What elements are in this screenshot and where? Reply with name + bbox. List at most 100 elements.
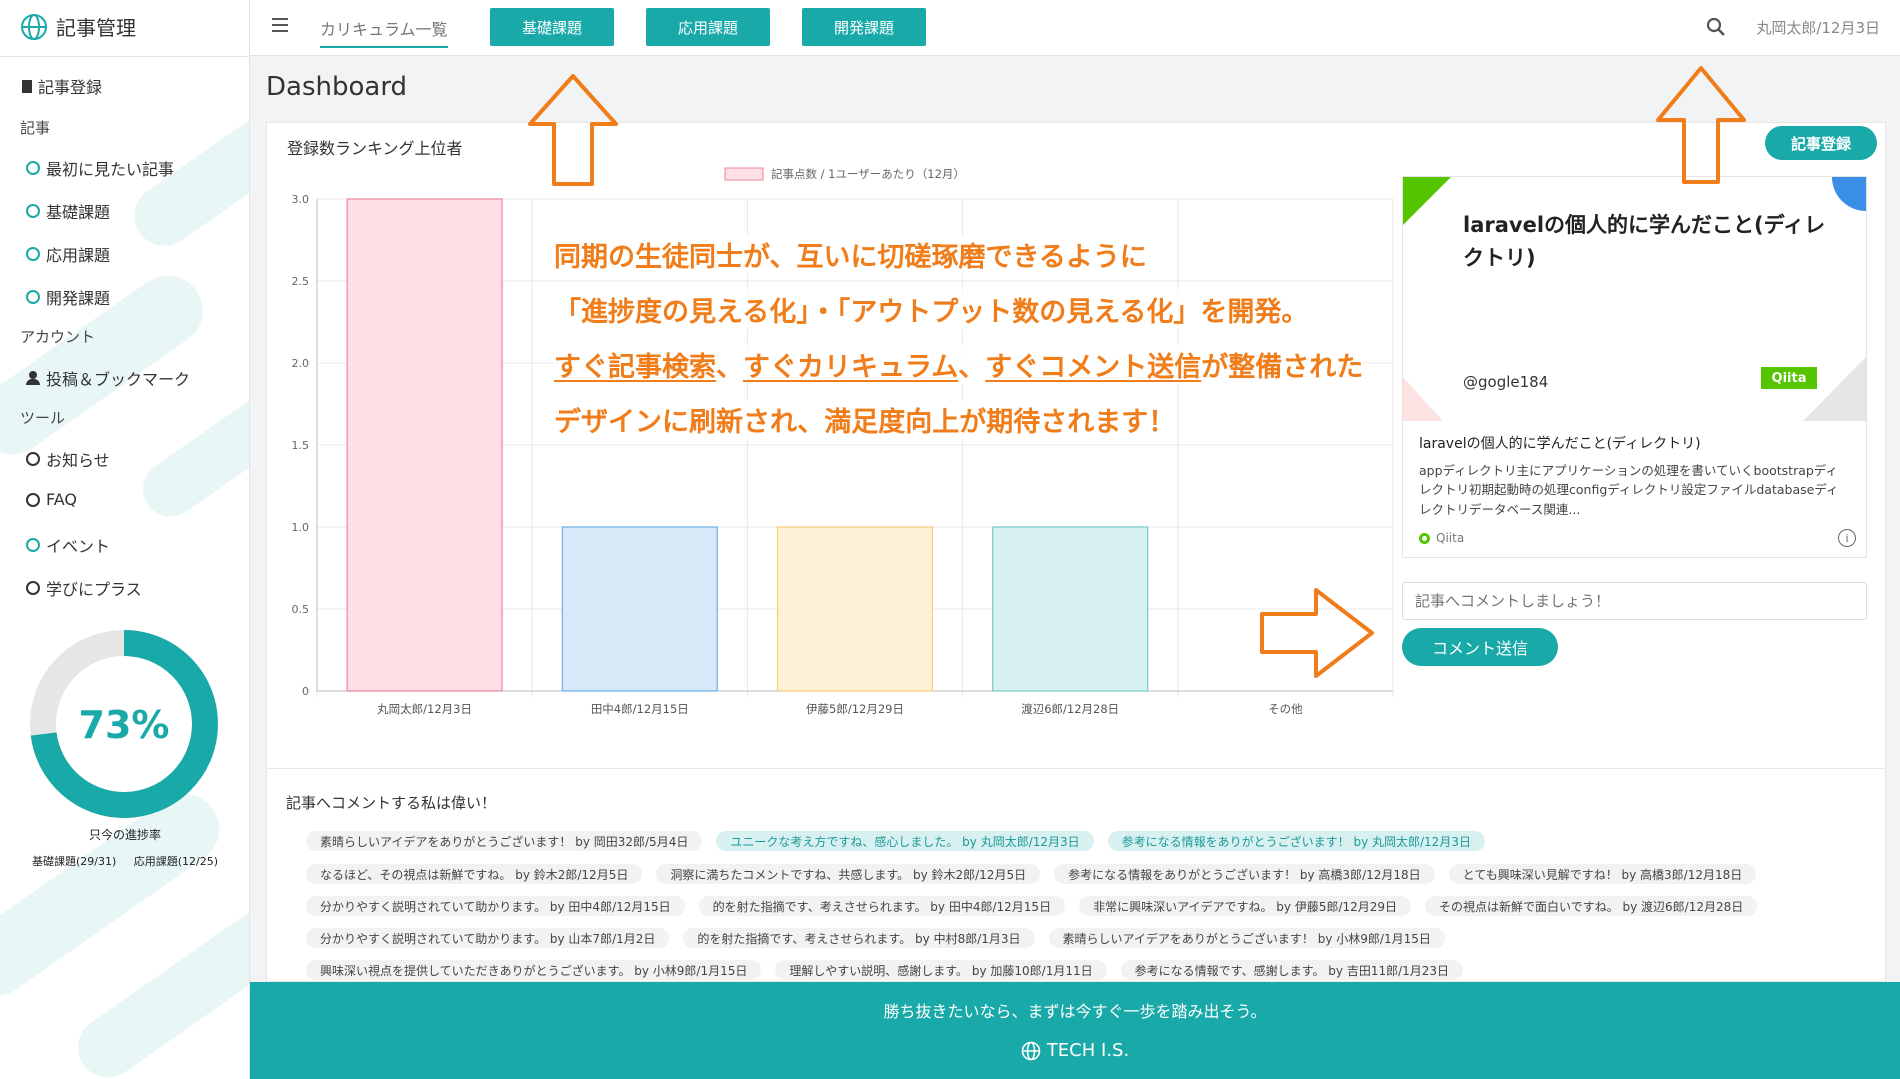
sidebar-item-faq[interactable]: FAQ <box>26 490 77 509</box>
comment-input[interactable] <box>1402 582 1867 620</box>
preview-image-title: laravelの個人的に学んだこと(ディレクトリ) <box>1463 213 1826 270</box>
comment-chip[interactable]: 的を射た指摘です、考えさせられます。 by 田中4郎/12月15日 <box>698 896 1066 916</box>
sidebar-item-label: イベント <box>46 537 111 556</box>
comment-chip[interactable]: 素晴らしいアイデアをありがとうございます！ by 小林9郎/1月15日 <box>1048 928 1445 948</box>
comment-chip[interactable]: 興味深い視点を提供していただきありがとうございます。 by 小林9郎/1月15日 <box>306 960 762 980</box>
sidebar-item-first-articles[interactable]: 最初に見たい記事 <box>26 156 174 180</box>
preview-author: @gogle184 <box>1463 373 1549 391</box>
y-tick-label: 2.5 <box>292 275 310 288</box>
sidebar-section-tools: ツール <box>20 409 66 427</box>
comment-chip[interactable]: 分かりやすく説明されていて助かります。 by 田中4郎/12月15日 <box>306 896 685 916</box>
sidebar-item-learning-plus[interactable]: 学びにプラス <box>26 576 142 600</box>
comment-chip[interactable]: 的を射た指摘です、考えさせられます。 by 中村8郎/1月3日 <box>683 928 1035 948</box>
y-tick-label: 1.5 <box>292 439 310 452</box>
comment-chip[interactable]: 参考になる情報です、感謝します。 by 吉田11郎/1月23日 <box>1120 960 1464 980</box>
development-task-button[interactable]: 開発課題 <box>802 8 926 46</box>
annotation-line-3-tail: が整備された <box>1201 352 1364 383</box>
comment-chip[interactable]: 参考になる情報をありがとうございます！ by 丸岡太郎/12月3日 <box>1107 831 1485 851</box>
comment-chip[interactable]: 分かりやすく説明されていて助かります。 by 山本7郎/1月2日 <box>306 928 670 948</box>
progress-advanced: 応用課題(12/25) <box>133 855 219 868</box>
basic-task-button[interactable]: 基礎課題 <box>490 8 614 46</box>
footer: 勝ち抜きたいなら、まずは今すぐ一歩を踏み出そう。 TECH I.S. <box>250 982 1900 1079</box>
annotation-line-1: 同期の生徒同士が、互いに切磋琢磨できるように <box>554 235 1147 274</box>
app-title: 記事管理 <box>56 16 136 40</box>
preview-image: laravelの個人的に学んだこと(ディレクトリ) @gogle184 Qiit… <box>1403 177 1866 421</box>
sidebar-item-basic[interactable]: 基礎課題 <box>26 199 110 223</box>
comment-chip[interactable]: 参考になる情報をありがとうございます！ by 高橋3郎/12月18日 <box>1054 864 1435 884</box>
arrow-right-icon <box>1260 588 1374 678</box>
globe-icon <box>1021 1041 1041 1060</box>
progress-basic: 基礎課題(29/31) <box>31 855 117 868</box>
ranking-title: 登録数ランキング上位者 <box>287 139 463 158</box>
card-divider <box>267 768 1885 769</box>
chart-bar <box>561 526 718 692</box>
annotation-separator: 、 <box>716 352 743 383</box>
x-tick-label: 田中4郎/12月15日 <box>591 702 689 716</box>
footer-brand-name: TECH I.S. <box>1046 1040 1130 1061</box>
circle-icon <box>26 161 40 175</box>
sidebar-item-notices[interactable]: お知らせ <box>26 447 110 471</box>
sidebar-item-development[interactable]: 開発課題 <box>26 285 110 309</box>
sidebar-item-events[interactable]: イベント <box>26 533 110 557</box>
sidebar-section-account: アカウント <box>20 328 96 346</box>
sidebar-register-link[interactable]: 記事登録 <box>22 74 102 98</box>
legend-label: 記事点数 / 1ユーザーあたり（12月） <box>771 167 965 181</box>
circle-icon <box>26 492 40 507</box>
comment-chip[interactable]: 非常に興味深いアイデアですね。 by 伊藤5郎/12月29日 <box>1079 896 1412 916</box>
qiita-badge: Qiita <box>1761 367 1817 389</box>
hamburger-menu-icon[interactable] <box>272 18 288 32</box>
x-tick-label: 伊藤5郎/12月29日 <box>806 702 904 716</box>
comment-chip[interactable]: とても興味深い見解ですね！ by 高橋3郎/12月18日 <box>1448 864 1757 884</box>
x-tick-label: 渡辺6郎/12月28日 <box>1021 702 1119 716</box>
preview-title: laravelの個人的に学んだこと(ディレクトリ) <box>1419 436 1701 452</box>
comment-row: 素晴らしいアイデアをありがとうございます！ by 岡田32郎/5月4日 ユニークな… <box>306 831 1485 851</box>
circle-icon <box>26 204 40 218</box>
circle-icon <box>26 538 40 552</box>
link-preview-card[interactable]: laravelの個人的に学んだこと(ディレクトリ) @gogle184 Qiit… <box>1402 176 1867 558</box>
info-icon[interactable]: i <box>1838 529 1856 547</box>
add-article-button[interactable]: 記事登録 <box>1765 126 1877 160</box>
globe-icon <box>21 13 47 40</box>
sidebar-divider <box>0 56 249 57</box>
comment-send-button[interactable]: コメント送信 <box>1402 628 1558 666</box>
annotation-separator: 、 <box>958 352 986 383</box>
app-logo[interactable]: 記事管理 <box>20 12 136 41</box>
annotation-comment: すぐコメント送信 <box>985 352 1202 383</box>
y-tick-label: 0.5 <box>292 603 310 616</box>
annotation-line-4: デザインに刷新され、満足度向上が期待されます！ <box>554 400 1176 439</box>
comment-chip[interactable]: 洞察に満ちたコメントですね、共感します。 by 鈴木2郎/12月5日 <box>656 864 1041 884</box>
document-icon <box>22 79 32 93</box>
comment-chip[interactable]: その視点は新鮮で面白いですね。 by 渡辺6郎/12月28日 <box>1425 896 1758 916</box>
advanced-task-button[interactable]: 応用課題 <box>646 8 770 46</box>
comment-chip[interactable]: なるほど、その視点は新鮮ですね。 by 鈴木2郎/12月5日 <box>306 864 643 884</box>
user-icon <box>26 371 40 385</box>
progress-label: 只今の進捗率 <box>88 828 161 842</box>
circle-icon <box>26 581 40 595</box>
x-tick-label: その他 <box>1268 702 1303 716</box>
preview-source: Qiita <box>1419 531 1464 545</box>
annotation-line-2: 「進捗度の見える化」・「アウトプット数の見える化」を開発。 <box>554 290 1309 329</box>
progress-detail: 基礎課題(29/31) 応用課題(12/25) <box>0 853 249 869</box>
comment-row: 分かりやすく説明されていて助かります。 by 田中4郎/12月15日 的を射た指摘… <box>306 896 1758 916</box>
circle-icon <box>26 452 40 466</box>
footer-message: 勝ち抜きたいなら、まずは今すぐ一歩を踏み出そう。 <box>883 1002 1267 1021</box>
qiita-icon <box>1419 532 1430 544</box>
annotation-line-3: すぐ記事検索、すぐカリキュラム、すぐコメント送信が整備された <box>554 345 1364 384</box>
page-title: Dashboard <box>266 72 408 102</box>
comment-chip[interactable]: ユニークな考え方ですね、感心しました。 by 丸岡太郎/12月3日 <box>716 831 1094 851</box>
sidebar-item-label: 学びにプラス <box>46 580 142 599</box>
comment-chip[interactable]: 理解しやすい説明、感謝します。 by 加藤10郎/1月11日 <box>775 960 1107 980</box>
preview-source-label: Qiita <box>1436 531 1465 545</box>
curriculum-list-link[interactable]: カリキュラム一覧 <box>320 16 448 48</box>
chart-bar <box>776 526 934 692</box>
user-name-date[interactable]: 丸岡太郎/12月3日 <box>1756 17 1880 38</box>
progress-ring: 73% <box>30 630 218 818</box>
sidebar-item-label: FAQ <box>46 490 77 509</box>
sidebar-item-posts-bookmarks[interactable]: 投稿＆ブックマーク <box>26 366 190 390</box>
comment-chip[interactable]: 素晴らしいアイデアをありがとうございます！ by 岡田32郎/5月4日 <box>306 831 703 851</box>
topbar: カリキュラム一覧 基礎課題 応用課題 開発課題 丸岡太郎/12月3日 <box>250 0 1900 56</box>
circle-icon <box>26 290 40 304</box>
x-tick-label: 丸岡太郎/12月3日 <box>377 702 472 716</box>
sidebar-item-advanced[interactable]: 応用課題 <box>26 242 110 266</box>
search-icon[interactable] <box>1706 17 1726 37</box>
